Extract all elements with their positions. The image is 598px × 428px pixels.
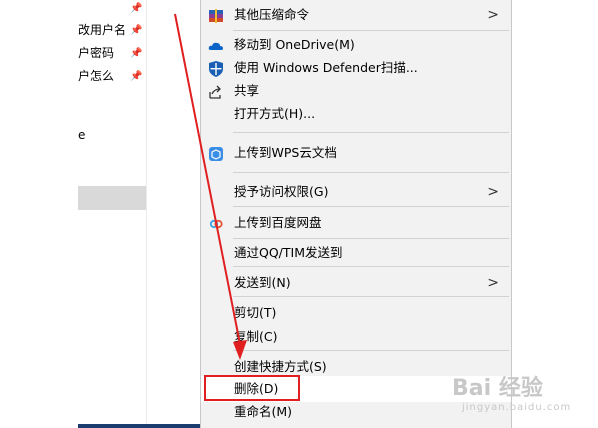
menu-item-label: 发送到(N) (234, 275, 291, 290)
file-list-pane (147, 0, 349, 428)
nav-item-selected[interactable] (78, 186, 146, 210)
baidu-netdisk-icon (208, 215, 224, 231)
menu-item-grant-access[interactable]: 授予访问权限(G) > (201, 179, 511, 205)
chevron-right-icon: > (487, 7, 499, 23)
onedrive-cloud-icon (208, 37, 224, 53)
menu-item-wps-upload[interactable]: 上传到WPS云文档 (201, 140, 511, 166)
pin-icon[interactable]: 📌 (130, 4, 142, 14)
menu-separator (233, 350, 509, 351)
pin-icon[interactable]: 📌 (130, 26, 142, 36)
menu-separator (233, 238, 509, 239)
menu-separator (233, 266, 509, 267)
chevron-right-icon: > (487, 184, 499, 200)
context-menu: 其他压缩命令 > 移动到 OneDrive(M) 使用 Windows Defe… (200, 0, 512, 428)
menu-item-label: 剪切(T) (234, 305, 277, 320)
menu-item-open-with[interactable]: 打开方式(H)... (201, 101, 511, 127)
watermark-url: jingyan.baidu.com (462, 402, 572, 413)
menu-separator (233, 172, 509, 173)
menu-separator (233, 206, 509, 207)
menu-item-label: 其他压缩命令 (234, 7, 310, 22)
watermark-logo: Bai 经验 (452, 376, 543, 401)
menu-separator (233, 30, 509, 31)
menu-separator (233, 132, 509, 133)
navigation-pane: 📌 改用户名 📌 户密码 📌 户怎么 📌 e (0, 0, 148, 428)
menu-item-label: 打开方式(H)... (234, 106, 316, 121)
menu-item-label: 通过QQ/TIM发送到 (234, 245, 343, 260)
file-explorer-window: 📌 改用户名 📌 户密码 📌 户怎么 📌 e (0, 0, 349, 428)
menu-item-send-qq-tim[interactable]: 通过QQ/TIM发送到 (201, 240, 511, 266)
pin-icon[interactable]: 📌 (130, 72, 142, 82)
menu-item-label: 重命名(M) (234, 404, 293, 419)
menu-item-more-compress[interactable]: 其他压缩命令 > (201, 2, 511, 28)
menu-item-send-to[interactable]: 发送到(N) > (201, 270, 511, 296)
menu-item-copy[interactable]: 复制(C) (201, 324, 511, 350)
menu-item-label: 授予访问权限(G) (234, 184, 329, 199)
taskbar-edge (78, 424, 200, 428)
menu-item-label: 复制(C) (234, 329, 278, 344)
menu-item-baidu-upload[interactable]: 上传到百度网盘 (201, 210, 511, 236)
menu-item-label: 上传到WPS云文档 (234, 145, 337, 160)
menu-separator (233, 296, 509, 297)
menu-item-label: 上传到百度网盘 (234, 215, 322, 230)
pin-icon[interactable]: 📌 (130, 49, 142, 59)
archive-icon (208, 7, 224, 23)
nav-item-partial[interactable]: e (78, 124, 146, 146)
chevron-right-icon: > (487, 275, 499, 291)
menu-item-cut[interactable]: 剪切(T) (201, 300, 511, 326)
share-icon (208, 83, 224, 99)
wps-cloud-icon (208, 145, 224, 161)
defender-shield-icon (208, 60, 224, 77)
annotation-highlight-box (204, 375, 300, 401)
